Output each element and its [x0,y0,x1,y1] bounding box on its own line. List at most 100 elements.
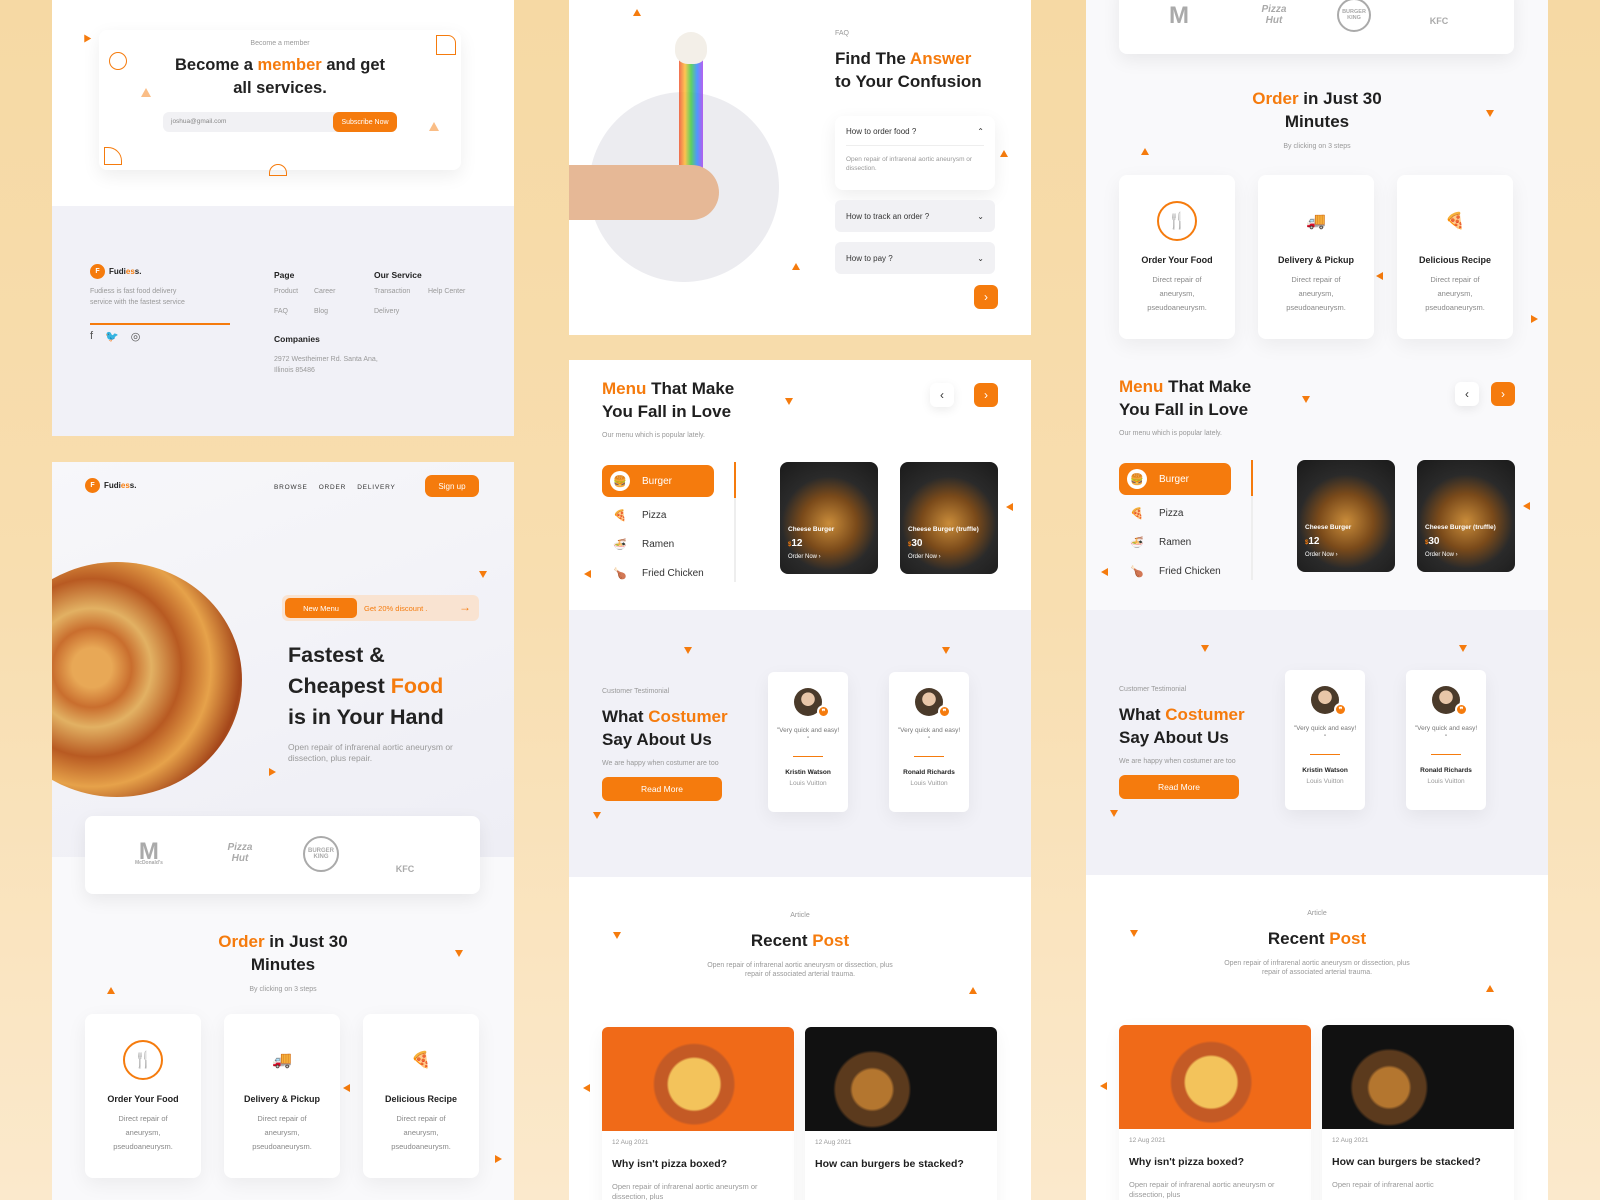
menu-item-fried-chicken[interactable]: 🍗 Fried Chicken [602,557,714,589]
order-section-right: M Pizza Hut BURGER KING KFC Order in Jus… [1086,0,1548,610]
testimonial-title-b: Say About Us [1119,728,1229,747]
order-now-link[interactable]: Order Now › [1425,552,1458,558]
nav-order[interactable]: ORDER [319,484,346,491]
faq-title-b: to Your Confusion [835,72,982,91]
menu-item-ramen[interactable]: 🍜 Ramen [602,528,714,560]
food-price: $12 [1305,536,1319,547]
food-price: $30 [1425,536,1439,547]
promo-bar[interactable]: New Menu Get 20% discount . → [282,595,479,621]
food-card[interactable]: Cheese Burger $12 Order Now › [1297,460,1395,572]
post-card[interactable]: 12 Aug 2021 Why isn't pizza boxed? Open … [602,1027,794,1200]
post-title: Why isn't pizza boxed? [1129,1156,1245,1168]
decor-triangle [269,768,276,776]
post-card[interactable]: 12 Aug 2021 How can burgers be stacked? … [1322,1025,1514,1200]
nav-delivery[interactable]: DELIVERY [357,484,395,491]
footer-link[interactable]: Transaction [374,288,410,295]
scrollbar-thumb[interactable] [1251,460,1253,496]
menu-item-pizza[interactable]: 🍕 Pizza [1119,497,1231,529]
subscribe-button[interactable]: Subscribe Now [333,112,397,132]
decor-triangle [969,987,977,994]
chevron-down-icon: ⌄ [977,211,984,221]
chevron-up-icon: ⌃ [977,127,984,136]
faq-next-button[interactable]: › [974,285,998,309]
order-now-link[interactable]: Order Now › [908,554,941,560]
partner-logos: M Pizza Hut BURGER KING KFC [1119,0,1514,54]
menu-item-burger[interactable]: 🍔 Burger [1119,463,1231,495]
price-value: 12 [791,538,803,549]
order-now-link[interactable]: Order Now › [1305,552,1338,558]
testimonial-section: Customer Testimonial What Costumer Say Ab… [569,610,1031,877]
menu-item-fried-chicken[interactable]: 🍗 Fried Chicken [1119,555,1231,587]
pizza-icon: 🍕 [1130,507,1144,520]
order-now-link[interactable]: Order Now › [788,554,821,560]
menu-next-button[interactable]: › [974,383,998,407]
menu-item-pizza[interactable]: 🍕 Pizza [602,499,714,531]
member-title-b: and get [321,56,385,74]
quote-icon: ❞ [817,705,830,718]
food-card[interactable]: Cheese Burger $12 Order Now › [780,462,878,574]
brand-name: Fudiess. [109,267,141,276]
footer-link[interactable]: FAQ [274,308,288,315]
hero-title-line2a: Cheapest [288,674,391,698]
menu-title-b: You Fall in Love [602,402,732,421]
post-desc: Open repair of infrarenal aortic aneurys… [1129,1180,1275,1199]
post-card[interactable]: 12 Aug 2021 How can burgers be stacked? [805,1027,997,1200]
kfc-logo: KFC [395,864,415,874]
footer-link[interactable]: Help Center [428,288,465,295]
instagram-icon[interactable]: ◎ [131,330,141,343]
menu-item-label: Pizza [1159,507,1184,519]
footer-link[interactable]: Delivery [374,308,399,315]
footer-address: 2972 Westheimer Rd. Santa Ana, Illinois … [274,356,378,374]
cta-label: Order Now [1305,552,1335,558]
faq-title-a: Find The [835,49,910,68]
menu-next-button[interactable]: › [1491,382,1515,406]
read-more-button[interactable]: Read More [1119,775,1239,799]
menu-item-label: Pizza [642,509,667,521]
testimonial-title-a: What [602,707,649,726]
faq-question: How to order food ? ⌃ [846,127,984,136]
faq-item-open[interactable]: How to order food ? ⌃ Open repair of infr… [835,116,995,190]
footer-link[interactable]: Product [274,288,298,295]
fork-knife-icon: 🍴 [1157,201,1197,241]
testimonial-title-b: Say About Us [602,730,712,749]
decor-triangle [1000,150,1008,157]
post-title: Why isn't pizza boxed? [612,1158,728,1170]
email-field[interactable]: joshua@gmail.com Subscribe Now [163,112,397,132]
chevron-right-icon: › [984,290,988,304]
faq-eyebrow: FAQ [835,30,850,37]
menu-scrollbar[interactable] [734,462,736,582]
menu-scrollbar[interactable] [1251,460,1253,580]
read-more-button[interactable]: Read More [602,777,722,801]
menu-prev-button[interactable]: ‹ [930,383,954,407]
footer-logo[interactable]: F Fudiess. [90,264,141,279]
testimonial-card: ❞ "Very quick and easy! " Ronald Richard… [889,672,969,812]
header-logo[interactable]: F Fudiess. [85,478,136,493]
faq-item[interactable]: How to pay ? ⌄ [835,242,995,274]
facebook-icon[interactable]: f [90,330,93,343]
step-desc: Direct repair of aneurysm, pseudoaneurys… [1147,275,1207,312]
posts-section: Article Recent Post Open repair of infra… [1086,875,1548,1200]
signup-button[interactable]: Sign up [425,475,479,497]
decor-triangle [1110,810,1118,817]
chevron-right-icon: › [984,388,988,402]
decor-triangle [141,88,151,97]
post-card[interactable]: 12 Aug 2021 Why isn't pizza boxed? Open … [1119,1025,1311,1200]
menu-item-label: Burger [642,475,673,487]
footer-link[interactable]: Career [314,288,335,295]
footer-link[interactable]: Blog [314,308,328,315]
faq-item[interactable]: How to track an order ? ⌄ [835,200,995,232]
menu-item-burger[interactable]: 🍔 Burger [602,465,714,497]
menu-prev-button[interactable]: ‹ [1455,382,1479,406]
post-image-burger [1322,1025,1514,1129]
menu-subtitle: Our menu which is popular lately. [602,432,705,439]
nav-browse[interactable]: BROWSE [274,484,308,491]
scrollbar-thumb[interactable] [734,462,736,498]
twitter-icon[interactable]: 🐦 [105,330,119,343]
decor-shape [269,164,287,176]
ramen-icon: 🍜 [1130,536,1144,549]
menu-item-label: Burger [1159,473,1190,485]
food-card[interactable]: Cheese Burger (truffle) $30 Order Now › [1417,460,1515,572]
menu-item-ramen[interactable]: 🍜 Ramen [1119,526,1231,558]
decor-triangle [1101,568,1108,576]
food-card[interactable]: Cheese Burger (truffle) $30 Order Now › [900,462,998,574]
